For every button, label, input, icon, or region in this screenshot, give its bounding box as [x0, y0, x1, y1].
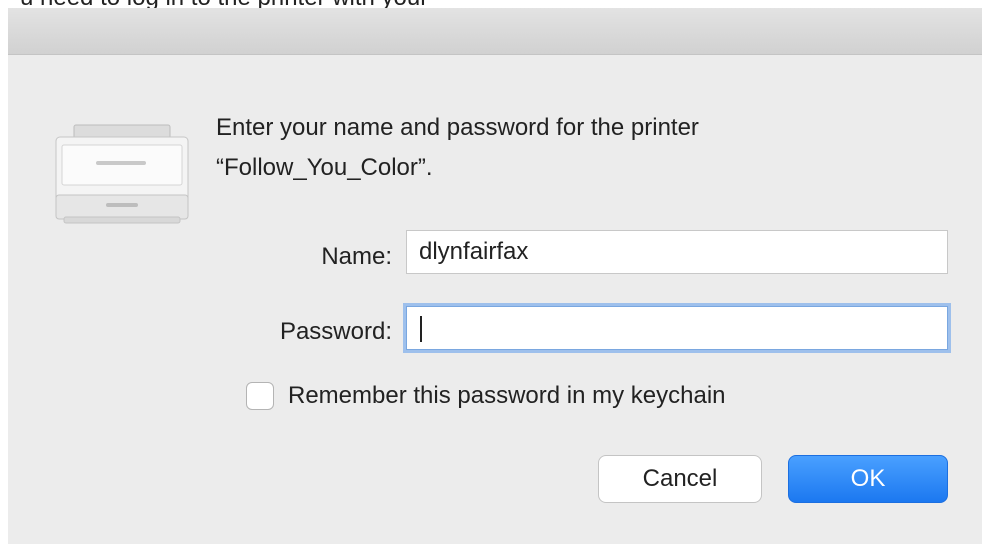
prompt-line-2: “Follow_You_Color”. — [216, 154, 433, 181]
printer-auth-dialog: Enter your name and password for the pri… — [8, 8, 982, 544]
name-label: Name: — [321, 243, 392, 270]
remember-password-row[interactable]: Remember this password in my keychain — [246, 376, 726, 416]
printer-icon — [52, 123, 192, 233]
remember-password-checkbox[interactable] — [246, 382, 274, 410]
cancel-button[interactable]: Cancel — [598, 455, 762, 503]
password-label: Password: — [279, 318, 392, 345]
remember-password-label[interactable]: Remember this password in my keychain — [288, 382, 726, 410]
text-caret — [420, 316, 422, 342]
dialog-titlebar[interactable] — [8, 8, 982, 55]
password-field[interactable] — [406, 306, 948, 350]
prompt-line-1: Enter your name and password for the pri… — [216, 114, 699, 141]
name-field[interactable] — [406, 230, 948, 274]
dialog-prompt: Enter your name and password for the pri… — [216, 108, 936, 188]
ok-button[interactable]: OK — [788, 455, 948, 503]
